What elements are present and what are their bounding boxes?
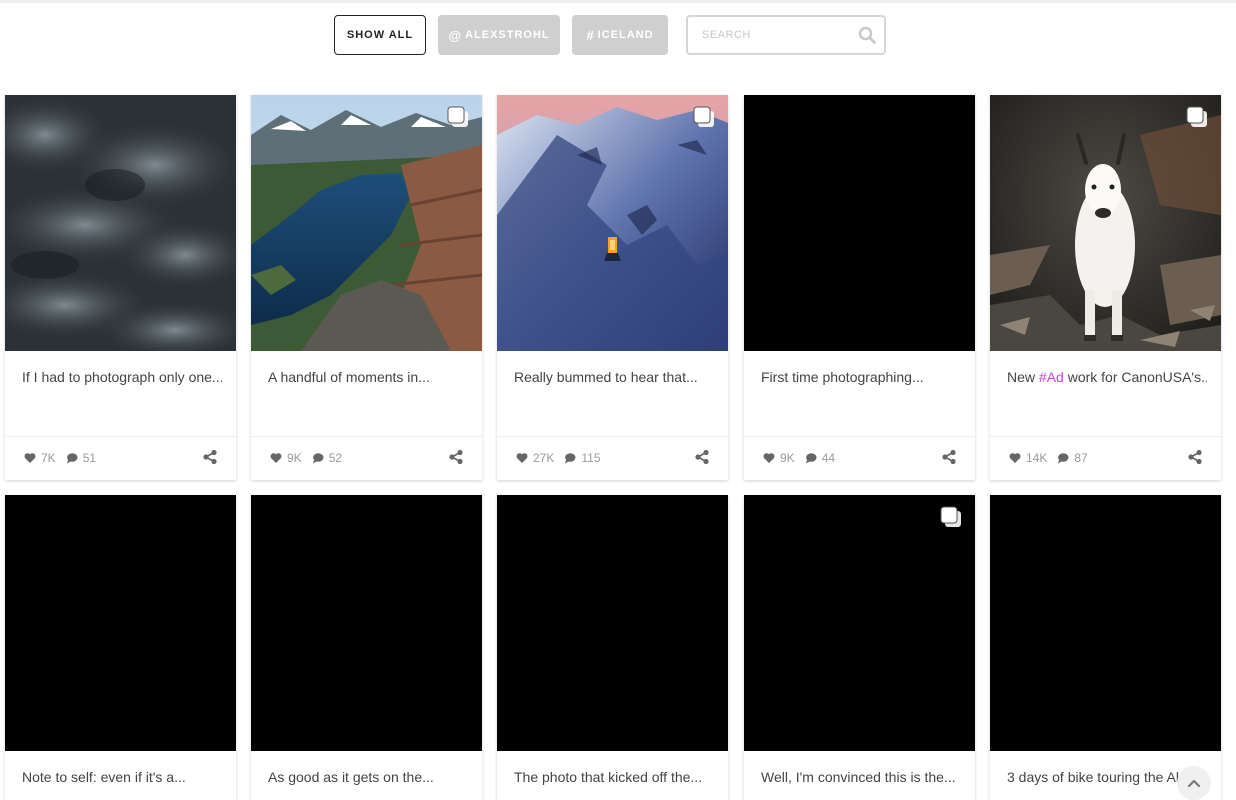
post-card[interactable]: Note to self: even if it's a... (5, 495, 236, 800)
post-photo[interactable] (5, 95, 236, 351)
comment-icon (66, 453, 78, 464)
post-photo[interactable] (497, 95, 728, 351)
likes-count: 7K (41, 451, 56, 465)
post-caption[interactable]: A handful of moments in... (268, 369, 468, 385)
post-card[interactable]: 3 days of bike touring the Alps (990, 495, 1221, 800)
filter-tag-button[interactable]: # ICELAND (572, 15, 668, 55)
post-caption[interactable]: The photo that kicked off the... (514, 769, 714, 785)
multiple-photos-icon (940, 506, 961, 527)
top-border (0, 0, 1236, 3)
post-caption[interactable]: As good as it gets on the... (268, 769, 468, 785)
search-icon[interactable] (858, 26, 876, 44)
likes-count: 14K (1026, 451, 1048, 465)
card-divider (251, 436, 482, 437)
post-photo[interactable] (990, 95, 1221, 351)
post-caption[interactable]: New #Ad work for CanonUSA's... (1007, 369, 1207, 385)
back-to-top-button[interactable] (1177, 766, 1211, 800)
post-caption[interactable]: Note to self: even if it's a... (22, 769, 222, 785)
heart-icon (1009, 453, 1021, 463)
post-photo[interactable] (744, 95, 975, 351)
post-card[interactable]: As good as it gets on the... (251, 495, 482, 800)
heart-icon (763, 453, 775, 463)
search-box (686, 15, 886, 55)
post-stats: 14K 87 (1009, 450, 1098, 466)
share-icon[interactable] (941, 449, 957, 465)
post-photo[interactable] (5, 495, 236, 751)
share-icon[interactable] (1187, 449, 1203, 465)
post-card[interactable]: Really bummed to hear that... 27K 115 (497, 95, 728, 480)
post-stats: 9K 44 (763, 450, 845, 466)
comments-count: 87 (1074, 451, 1088, 465)
post-card[interactable]: The photo that kicked off the... (497, 495, 728, 800)
mountain-goat-image (990, 95, 1221, 351)
post-stats: 7K 51 (24, 450, 106, 466)
filter-user-label: ALEXSTROHL (465, 29, 550, 41)
comment-icon (312, 453, 324, 464)
show-all-button[interactable]: SHOW ALL (334, 15, 426, 55)
post-card[interactable]: New #Ad work for CanonUSA's... 14K 87 (990, 95, 1221, 480)
post-photo[interactable] (251, 95, 482, 351)
post-stats: 9K 52 (270, 450, 352, 466)
hash-icon: # (586, 27, 595, 43)
post-card[interactable]: Well, I'm convinced this is the... (744, 495, 975, 800)
post-caption[interactable]: First time photographing... (761, 369, 961, 385)
heart-icon (24, 453, 36, 463)
post-photo[interactable] (990, 495, 1221, 751)
likes-count: 9K (287, 451, 302, 465)
post-card[interactable]: A handful of moments in... 9K 52 (251, 95, 482, 480)
multiple-photos-icon (1186, 106, 1207, 127)
post-card[interactable]: First time photographing... 9K 44 (744, 95, 975, 480)
post-caption[interactable]: If I had to photograph only one... (22, 369, 222, 385)
share-icon[interactable] (448, 449, 464, 465)
hashtag-link[interactable]: #Ad (1039, 369, 1064, 385)
storm-clouds-image (5, 95, 236, 351)
likes-count: 9K (780, 451, 795, 465)
filter-tag-label: ICELAND (597, 29, 654, 41)
comments-count: 52 (328, 451, 343, 465)
card-divider (5, 436, 236, 437)
post-caption[interactable]: Well, I'm convinced this is the... (761, 769, 961, 785)
filter-user-button[interactable]: @ ALEXSTROHL (438, 15, 560, 55)
post-caption[interactable]: Really bummed to hear that... (514, 369, 714, 385)
show-all-label: SHOW ALL (346, 29, 414, 41)
card-divider (497, 436, 728, 437)
snowy-mountain-hut-image (497, 95, 728, 351)
comments-count: 115 (581, 451, 601, 465)
heart-icon (516, 453, 528, 463)
post-stats: 27K 115 (516, 450, 611, 466)
post-card[interactable]: If I had to photograph only one... 7K 51 (5, 95, 236, 480)
post-photo[interactable] (497, 495, 728, 751)
search-input[interactable] (702, 26, 852, 44)
share-icon[interactable] (694, 449, 710, 465)
card-divider (744, 436, 975, 437)
heart-icon (270, 453, 282, 463)
post-photo[interactable] (744, 495, 975, 751)
filter-bar: SHOW ALL @ ALEXSTROHL # ICELAND (0, 15, 1236, 55)
chevron-up-icon (1187, 779, 1201, 788)
comment-icon (565, 453, 576, 464)
comment-icon (1058, 453, 1069, 464)
mountain-lake-image (251, 95, 482, 351)
card-divider (990, 436, 1221, 437)
caption-text: New (1007, 369, 1039, 385)
comments-count: 51 (82, 451, 97, 465)
multiple-photos-icon (693, 106, 714, 127)
at-icon: @ (448, 27, 463, 43)
likes-count: 27K (533, 451, 555, 465)
share-icon[interactable] (202, 449, 218, 465)
post-photo[interactable] (251, 495, 482, 751)
comment-icon (805, 453, 817, 464)
multiple-photos-icon (447, 106, 468, 127)
comments-count: 44 (821, 451, 836, 465)
caption-text: work for CanonUSA's... (1063, 369, 1207, 385)
